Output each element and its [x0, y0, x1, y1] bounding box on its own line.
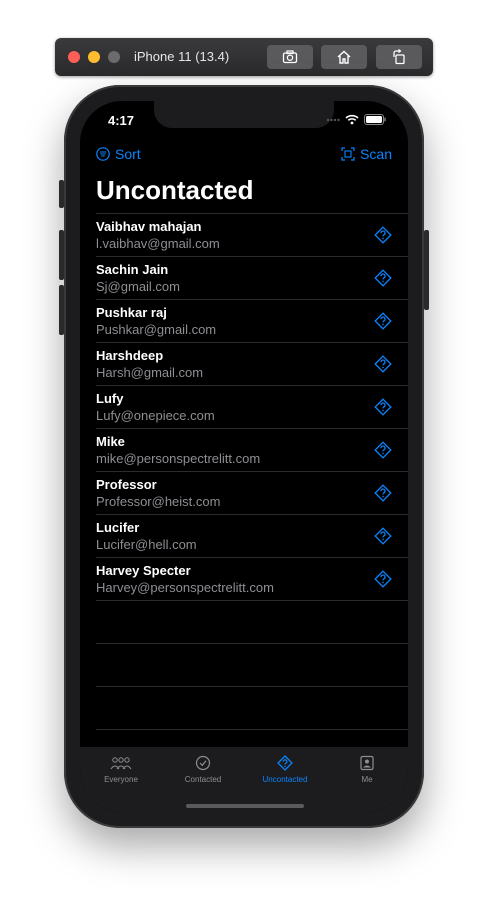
close-window-button[interactable] — [68, 51, 80, 63]
contact-row[interactable]: Vaibhav mahajan l.vaibhav@gmail.com — [96, 214, 408, 257]
tab-contacted[interactable]: Contacted — [162, 755, 244, 784]
home-icon — [337, 50, 351, 64]
tab-label: Me — [361, 775, 373, 784]
question-diamond-icon[interactable] — [374, 441, 392, 459]
contact-email: Harsh@gmail.com — [96, 365, 204, 380]
tab-uncontacted[interactable]: Uncontacted — [244, 755, 326, 784]
contact-row[interactable]: Sachin Jain Sj@gmail.com — [96, 257, 408, 300]
rotate-icon — [393, 49, 405, 65]
simulator-toolbar: iPhone 11 (13.4) — [55, 38, 433, 76]
contact-row[interactable]: Harshdeep Harsh@gmail.com — [96, 343, 408, 386]
status-time: 4:17 — [108, 113, 135, 128]
contact-row[interactable]: Mike mike@personspectrelitt.com — [96, 429, 408, 472]
contact-row[interactable]: Harvey Specter Harvey@personspectrelitt.c… — [96, 558, 408, 601]
contact-email: Sj@gmail.com — [96, 279, 180, 294]
sort-label: Sort — [115, 146, 141, 162]
contact-email: l.vaibhav@gmail.com — [96, 236, 220, 251]
contact-name: Professor — [96, 477, 157, 492]
scan-label: Scan — [360, 146, 392, 162]
power-button — [424, 230, 429, 310]
empty-row-separator — [96, 601, 408, 644]
notch — [154, 101, 334, 128]
minimize-window-button[interactable] — [88, 51, 100, 63]
scan-button[interactable]: Scan — [341, 146, 392, 162]
tab-label: Contacted — [184, 775, 222, 784]
contact-email: Professor@heist.com — [96, 494, 221, 509]
question-diamond-icon[interactable] — [374, 355, 392, 373]
tab-bar: Everyone Contacted Uncontacted Me — [80, 747, 408, 812]
rotate-button[interactable] — [376, 45, 422, 69]
contact-name: Lucifer — [96, 520, 140, 535]
sort-button[interactable]: Sort — [96, 146, 141, 162]
contact-email: Pushkar@gmail.com — [96, 322, 217, 337]
contact-row[interactable]: Professor Professor@heist.com — [96, 472, 408, 515]
contact-name: Harvey Specter — [96, 563, 191, 578]
question-diamond-icon — [277, 755, 293, 771]
simulator-title: iPhone 11 (13.4) — [134, 49, 230, 64]
volume-down-button — [59, 285, 64, 335]
question-diamond-icon[interactable] — [374, 312, 392, 330]
tab-label: Uncontacted — [262, 775, 308, 784]
screenshot-button[interactable] — [267, 45, 313, 69]
contact-email: Harvey@personspectrelitt.com — [96, 580, 274, 595]
contact-name: Pushkar raj — [96, 305, 167, 320]
contact-name: Mike — [96, 434, 125, 449]
contact-name: Harshdeep — [96, 348, 164, 363]
camera-icon — [282, 50, 298, 64]
contact-email: Lucifer@hell.com — [96, 537, 197, 552]
question-diamond-icon[interactable] — [374, 226, 392, 244]
contact-row[interactable]: Lucifer Lucifer@hell.com — [96, 515, 408, 558]
contact-name: Sachin Jain — [96, 262, 169, 277]
qr-scan-icon — [341, 147, 355, 161]
contact-name: Lufy — [96, 391, 124, 406]
home-indicator[interactable] — [186, 804, 304, 808]
wifi-icon — [345, 114, 359, 125]
contact-email: mike@personspectrelitt.com — [96, 451, 261, 466]
contact-email: Lufy@onepiece.com — [96, 408, 215, 423]
cellular-signal-icon — [326, 118, 340, 121]
tab-label: Everyone — [104, 775, 138, 784]
page-title: Uncontacted — [96, 175, 254, 205]
contact-list: Vaibhav mahajan l.vaibhav@gmail.com Sachin… — [96, 213, 408, 730]
home-button[interactable] — [321, 45, 367, 69]
sort-lines-icon — [96, 147, 110, 161]
tab-everyone[interactable]: Everyone — [80, 755, 162, 784]
question-diamond-icon[interactable] — [374, 484, 392, 502]
people-icon — [110, 757, 132, 770]
phone-screen: 4:17 Sort Scan Uncontacted Vaibhav mahaj… — [80, 101, 408, 812]
mute-switch — [59, 180, 64, 208]
question-diamond-icon[interactable] — [374, 269, 392, 287]
battery-icon — [364, 114, 386, 125]
empty-row-separator — [96, 687, 408, 730]
question-diamond-icon[interactable] — [374, 398, 392, 416]
tab-me[interactable]: Me — [326, 755, 408, 784]
contact-row[interactable]: Lufy Lufy@onepiece.com — [96, 386, 408, 429]
volume-up-button — [59, 230, 64, 280]
iphone-frame: 4:17 Sort Scan Uncontacted Vaibhav mahaj… — [59, 85, 429, 828]
checkmark-circle-icon — [195, 755, 211, 771]
question-diamond-icon[interactable] — [374, 527, 392, 545]
question-diamond-icon[interactable] — [374, 570, 392, 588]
empty-row-separator — [96, 644, 408, 687]
contact-name: Vaibhav mahajan — [96, 219, 202, 234]
status-icons — [326, 114, 386, 125]
person-square-icon — [360, 755, 374, 771]
contact-row[interactable]: Pushkar raj Pushkar@gmail.com — [96, 300, 408, 343]
zoom-window-button[interactable] — [108, 51, 120, 63]
